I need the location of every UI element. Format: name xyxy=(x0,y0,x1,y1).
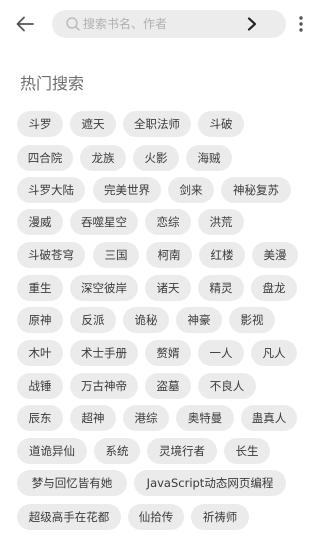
hot-search-tag[interactable]: 斗破 xyxy=(198,111,244,137)
hot-search-tag[interactable]: 梦与回忆皆有她 xyxy=(17,470,127,496)
hot-search-tag[interactable]: 蛊真人 xyxy=(241,405,297,431)
hot-search-tag[interactable]: 吞噬星空 xyxy=(70,209,138,235)
hot-search-tag[interactable]: 万古神帝 xyxy=(70,373,138,399)
search-icon xyxy=(66,17,80,31)
hot-search-tag[interactable]: 盘龙 xyxy=(251,275,297,301)
hot-search-tag[interactable]: 完美世界 xyxy=(93,177,161,203)
hot-search-tag[interactable]: 一人 xyxy=(198,340,244,366)
hot-search-tag[interactable]: JavaScript动态网页编程 xyxy=(134,470,286,496)
hot-search-tag[interactable]: 诡秘 xyxy=(123,307,169,333)
hot-search-tag[interactable]: 漫威 xyxy=(17,209,63,235)
hot-search-title: 热门搜索 xyxy=(20,74,85,93)
hot-search-tag[interactable]: 长生 xyxy=(224,438,270,464)
hot-search-tag[interactable]: 遮天 xyxy=(70,111,116,137)
search-input[interactable] xyxy=(83,12,243,36)
hot-search-tag[interactable]: 四合院 xyxy=(17,145,73,171)
hot-search-tag[interactable]: 诸天 xyxy=(145,275,191,301)
hot-search-tag[interactable]: 重生 xyxy=(17,275,63,301)
hot-search-tag[interactable]: 术士手册 xyxy=(70,340,138,366)
hot-search-tag[interactable]: 斗破苍穹 xyxy=(17,242,85,268)
hot-search-tag[interactable]: 超神 xyxy=(70,405,116,431)
hot-search-tag[interactable]: 火影 xyxy=(133,145,179,171)
hot-search-tag[interactable]: 木叶 xyxy=(17,340,63,366)
hot-search-tag[interactable]: 祈祷师 xyxy=(191,504,249,530)
hot-search-tag[interactable]: 斗罗大陆 xyxy=(17,177,85,203)
hot-search-tag[interactable]: 港综 xyxy=(123,405,169,431)
hot-search-tag[interactable]: 海贼 xyxy=(186,145,232,171)
hot-search-tag[interactable]: 灵境行者 xyxy=(147,438,217,464)
hot-search-tag[interactable]: 仙拾传 xyxy=(128,504,184,530)
hot-search-tag[interactable]: 全职法师 xyxy=(123,111,191,137)
hot-search-tag[interactable]: 三国 xyxy=(93,242,139,268)
hot-search-tag[interactable]: 柯南 xyxy=(146,242,192,268)
hot-search-tag[interactable]: 反派 xyxy=(70,307,116,333)
more-vertical-icon xyxy=(299,16,303,32)
hot-search-tag[interactable]: 龙族 xyxy=(80,145,126,171)
hot-search-tag[interactable]: 战锤 xyxy=(17,373,63,399)
hot-search-tag[interactable]: 洪荒 xyxy=(198,209,244,235)
top-bar xyxy=(0,0,329,48)
hot-search-tag[interactable]: 神豪 xyxy=(176,307,222,333)
hot-search-tag[interactable]: 深空彼岸 xyxy=(70,275,138,301)
hot-search-tag[interactable]: 道诡异仙 xyxy=(17,438,87,464)
chevron-right-icon xyxy=(247,17,257,31)
hot-search-tag[interactable]: 美漫 xyxy=(252,242,298,268)
hot-search-tag[interactable]: 原神 xyxy=(17,307,63,333)
hot-search-tag[interactable]: 奥特曼 xyxy=(176,405,234,431)
more-options-button[interactable] xyxy=(291,12,311,36)
hot-search-tag[interactable]: 精灵 xyxy=(198,275,244,301)
hot-search-tag[interactable]: 系统 xyxy=(94,438,140,464)
hot-search-tag[interactable]: 影视 xyxy=(229,307,275,333)
hot-search-tag[interactable]: 红楼 xyxy=(199,242,245,268)
hot-search-tag[interactable]: 斗罗 xyxy=(17,111,63,137)
back-arrow-icon xyxy=(16,16,34,32)
hot-search-tag[interactable]: 超级高手在花都 xyxy=(17,504,121,530)
hot-search-tag[interactable]: 凡人 xyxy=(251,340,297,366)
hot-search-tag[interactable]: 剑来 xyxy=(168,177,214,203)
hot-search-tag[interactable]: 恋综 xyxy=(145,209,191,235)
hot-search-tag[interactable]: 不良人 xyxy=(198,373,256,399)
search-submit-button[interactable] xyxy=(238,12,266,36)
hot-search-tag[interactable]: 辰东 xyxy=(17,405,63,431)
hot-search-tag[interactable]: 盗墓 xyxy=(145,373,191,399)
back-button[interactable] xyxy=(12,12,38,36)
hot-search-tag[interactable]: 神秘复苏 xyxy=(221,177,291,203)
hot-search-tag[interactable]: 赘婿 xyxy=(145,340,191,366)
